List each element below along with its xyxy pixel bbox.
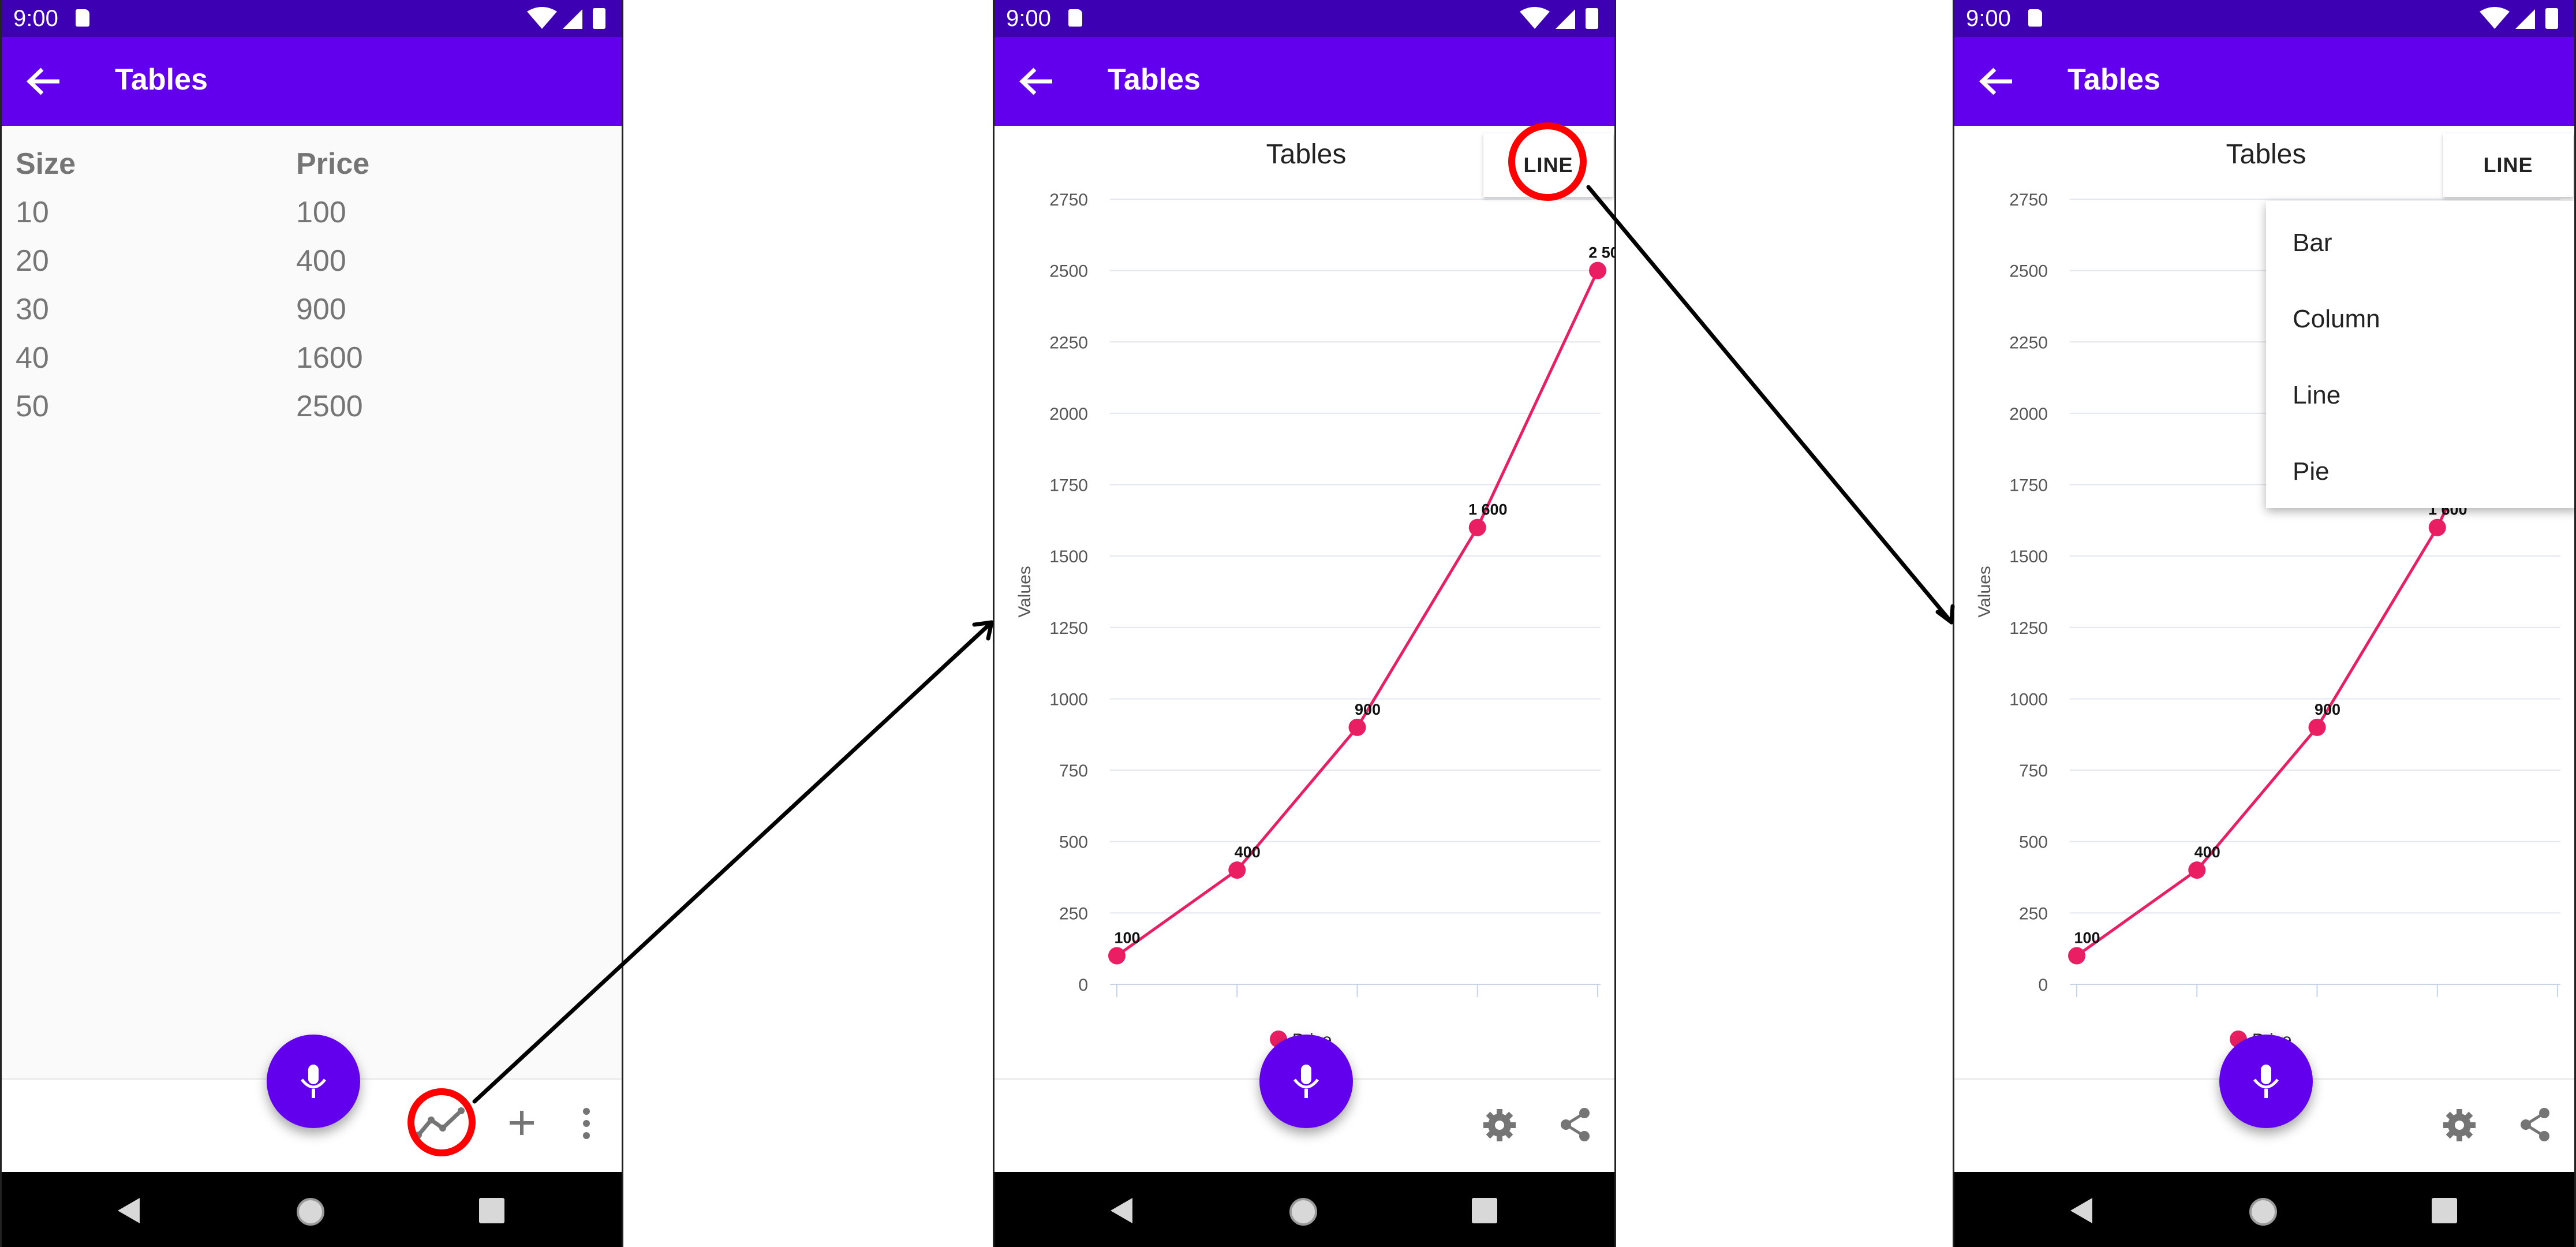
flow-arrow [1586,185,1955,625]
flow-arrows [472,185,1955,1104]
flow-arrow [472,620,994,1104]
